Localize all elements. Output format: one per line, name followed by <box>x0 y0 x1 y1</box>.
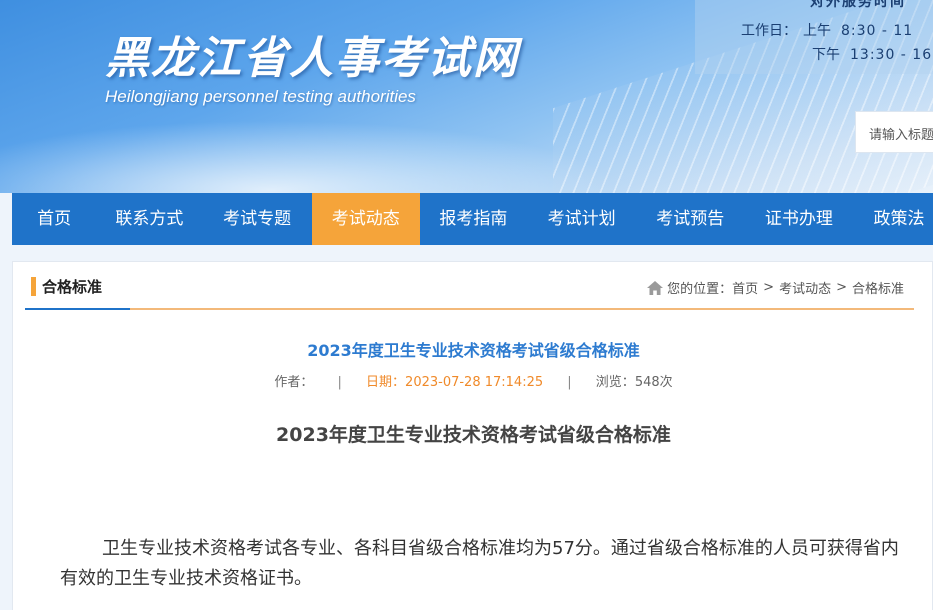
author-label: 作者： <box>274 375 314 390</box>
panel-header: 合格标准 您的位置： 首页 > 考试动态 > 合格标准 <box>25 262 914 310</box>
breadcrumb-link-exam-news[interactable]: 考试动态 <box>779 278 831 297</box>
service-hours-title: 对外服务时间 <box>810 0 906 10</box>
home-icon <box>647 280 664 295</box>
article-body-paragraph: 卫生专业技术资格考试各专业、各科目省级合格标准均为57分。通过省级合格标准的人员… <box>60 538 899 589</box>
nav-item-home[interactable]: 首页 <box>12 193 96 245</box>
main-nav: 首页 联系方式 考试专题 考试动态 报考指南 考试计划 考试预告 证书办理 政策… <box>12 193 933 245</box>
breadcrumb-separator: > <box>763 280 775 295</box>
date-label: 日期： <box>366 375 406 390</box>
nav-item-exam-topics[interactable]: 考试专题 <box>203 193 312 245</box>
breadcrumb-link-pass-standard[interactable]: 合格标准 <box>852 278 904 297</box>
afternoon-label: 下午 <box>812 47 840 63</box>
site-title: 黑龙江省人事考试网 <box>105 33 519 84</box>
search-input[interactable]: 请输入标题 <box>855 111 933 153</box>
date-value: 2023-07-28 17:14:25 <box>405 375 544 390</box>
workday-label: 工作日： <box>741 23 797 39</box>
nav-item-contact[interactable]: 联系方式 <box>96 193 202 245</box>
site-subtitle: Heilongjiang personnel testing authoriti… <box>105 87 416 106</box>
header-banner: 黑龙江省人事考试网 Heilongjiang personnel testing… <box>0 0 933 193</box>
morning-label: 上午 <box>803 23 831 39</box>
morning-time: 8:30 - 11 <box>841 23 914 39</box>
afternoon-time: 13:30 - 16 <box>850 47 933 63</box>
article-meta: 作者： | 日期：2023-07-28 17:14:25 | 浏览：548次 <box>13 371 933 390</box>
meta-divider: | <box>567 375 572 390</box>
breadcrumb-separator: > <box>836 280 847 295</box>
nav-item-certificate[interactable]: 证书办理 <box>744 193 853 245</box>
nav-item-exam-news[interactable]: 考试动态 <box>311 193 420 245</box>
nav-item-exam-plan[interactable]: 考试计划 <box>527 193 636 245</box>
views-value: 548次 <box>634 375 673 390</box>
section-marker <box>31 277 36 296</box>
article-body-title: 2023年度卫生专业技术资格考试省级合格标准 <box>276 424 671 446</box>
meta-divider: | <box>337 375 342 390</box>
breadcrumb-prefix: 您的位置： <box>667 282 733 297</box>
nav-item-policy[interactable]: 政策法 <box>853 193 933 245</box>
service-hours-afternoon: 下午 13:30 - 16 <box>812 44 932 64</box>
views-label: 浏览： <box>595 375 635 390</box>
service-hours-morning: 工作日： 上午 8:30 - 11 <box>741 20 913 40</box>
section-title: 合格标准 <box>42 278 103 296</box>
breadcrumb-link-home[interactable]: 首页 <box>732 278 758 297</box>
breadcrumb: 您的位置： 首页 > 考试动态 > 合格标准 <box>647 278 904 297</box>
service-hours-box: 对外服务时间 工作日： 上午 8:30 - 11 下午 13:30 - 16 <box>695 0 933 74</box>
section-underline <box>25 308 130 310</box>
content-panel: 合格标准 您的位置： 首页 > 考试动态 > 合格标准 2023年度卫生专业技术… <box>12 261 933 610</box>
nav-item-registration-guide[interactable]: 报考指南 <box>420 193 527 245</box>
article-title: 2023年度卫生专业技术资格考试省级合格标准 <box>307 341 640 360</box>
banner-glow <box>0 120 620 193</box>
nav-item-exam-preview[interactable]: 考试预告 <box>636 193 744 245</box>
